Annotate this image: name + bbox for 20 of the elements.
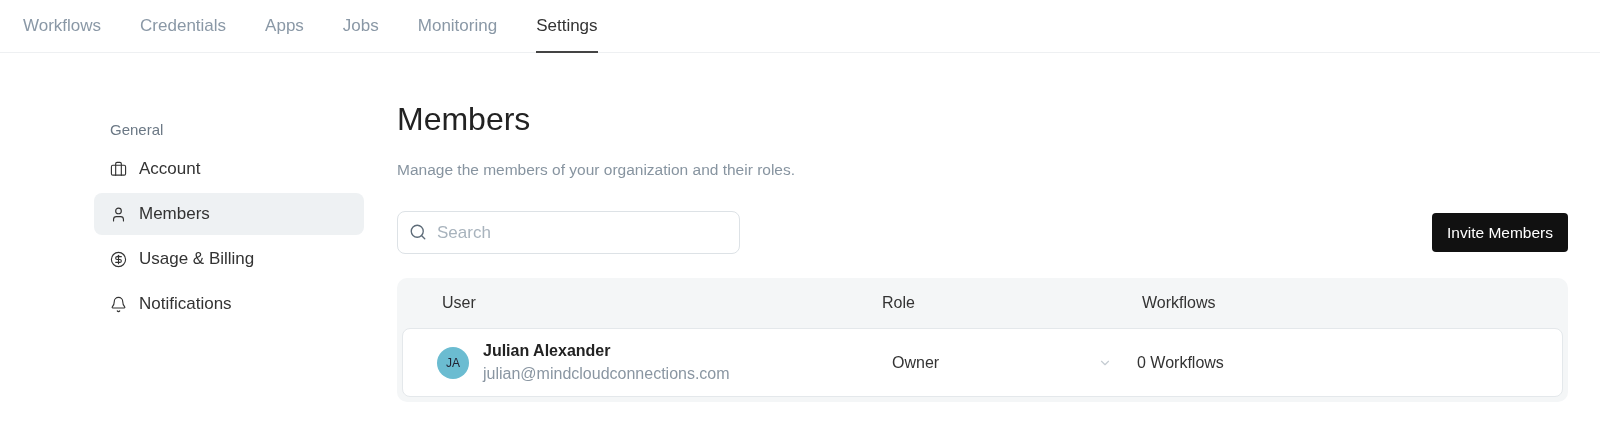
column-header: Role	[882, 294, 916, 312]
bell-icon	[110, 295, 127, 313]
search-field[interactable]: Search	[397, 211, 740, 254]
sidebar-heading: General	[109, 120, 165, 140]
user-icon	[110, 205, 127, 223]
page-title: Members	[397, 100, 532, 135]
search-icon	[409, 223, 427, 241]
workflow-count: 0 Workflows	[1137, 353, 1225, 372]
column-header: Workflows	[1142, 294, 1217, 312]
invite-members-button[interactable]: Invite Members	[1432, 213, 1568, 252]
sidebar-item[interactable]: Members	[94, 193, 364, 235]
nav-tab[interactable]: Settings	[536, 0, 598, 53]
avatar: JA	[437, 346, 469, 379]
column-header: User	[442, 294, 477, 312]
page-subtitle: Manage the members of your organization and their roles.	[397, 161, 797, 179]
briefcase-icon	[110, 160, 127, 178]
dollar-icon	[110, 250, 127, 268]
role-select[interactable]: Owner	[877, 353, 1112, 372]
user-email: julian@mindcloudconnections.com	[483, 365, 730, 383]
user-name: Julian Alexander	[483, 342, 612, 360]
